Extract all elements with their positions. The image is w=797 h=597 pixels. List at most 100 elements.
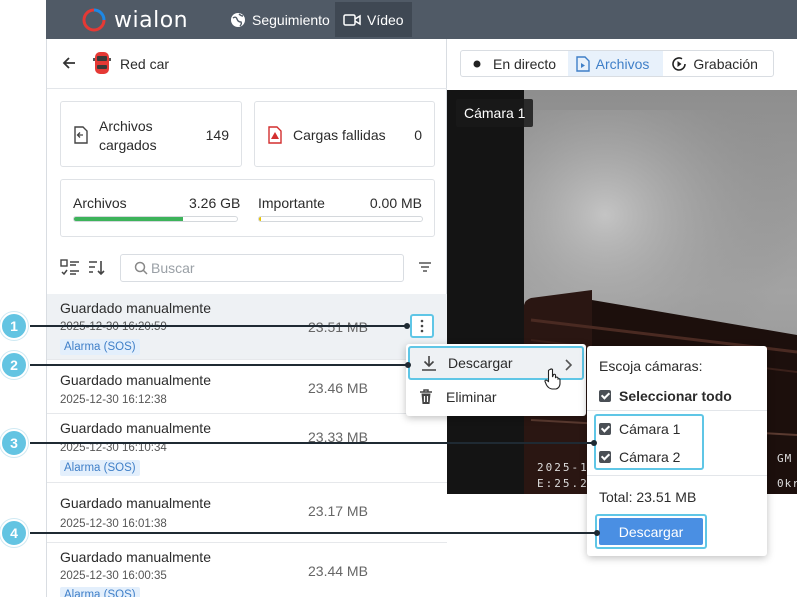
file-title: Guardado manualmente — [60, 300, 211, 316]
checkbox-checked-icon — [599, 390, 611, 402]
trash-icon — [420, 389, 432, 404]
download-button[interactable]: Descargar — [599, 518, 703, 545]
app-window: wialon Seguimiento Vídeo Red car Archivo… — [0, 0, 797, 597]
divider — [587, 410, 767, 411]
files-storage-bar — [73, 216, 238, 222]
select-all-checkbox[interactable]: Seleccionar todo — [599, 386, 732, 406]
file-date: 2025-12-30 16:01:38 — [60, 518, 167, 530]
file-row-4[interactable]: Guardado manualmente 2025-12-30 16:01:38… — [47, 483, 447, 543]
camera-1-label: Cámara 1 — [619, 421, 681, 437]
callout-1-dot — [404, 323, 410, 329]
chevron-right-icon — [565, 359, 572, 371]
callout-2-leader — [30, 364, 408, 366]
callout-2: 2 — [0, 351, 28, 379]
file-size: 23.17 MB — [308, 503, 368, 519]
files-storage-label: Archivos — [73, 195, 127, 211]
failed-uploads-value: 0 — [414, 127, 422, 143]
callout-1-leader — [30, 325, 407, 327]
camera-2-checkbox[interactable]: Cámara 2 — [599, 447, 680, 467]
file-title: Guardado manualmente — [60, 549, 211, 565]
important-storage-bar — [258, 216, 423, 222]
storage-card: Archivos 3.26 GB Importante 0.00 MB — [60, 179, 435, 237]
file-row-1[interactable]: Guardado manualmente 2025-12-30 16:20:59… — [47, 294, 447, 360]
select-mode-icon[interactable] — [60, 259, 80, 277]
more-vertical-icon — [420, 319, 424, 333]
tab-live[interactable]: En directo — [461, 51, 568, 76]
total-size: Total: 23.51 MB — [599, 489, 697, 505]
alarm-badge: Alarma (SOS) — [60, 587, 140, 597]
callout-1: 1 — [0, 312, 28, 340]
nav-video[interactable]: Vídeo — [335, 2, 412, 37]
nav-tracking-label: Seguimiento — [252, 11, 330, 28]
mode-tabs: En directo Archivos Grabación — [460, 50, 774, 77]
tab-live-label: En directo — [493, 55, 557, 72]
alarm-badge: Alarma (SOS) — [60, 339, 140, 355]
filter-icon[interactable] — [418, 261, 432, 273]
hand-cursor-icon — [544, 368, 561, 390]
car-icon — [93, 52, 111, 74]
callout-2-dot — [405, 362, 411, 368]
uploaded-files-label: Archivos cargados — [99, 118, 157, 153]
callout-3-leader — [30, 442, 594, 444]
video-camera-icon — [343, 13, 361, 26]
important-storage-value: 0.00 MB — [369, 195, 422, 211]
live-dot-icon — [473, 60, 481, 67]
uploaded-files-value: 149 — [205, 127, 229, 143]
file-row-3[interactable]: Guardado manualmente 2025-12-30 16:10:34… — [47, 414, 447, 483]
file-row-2[interactable]: Guardado manualmente 2025-12-30 16:12:38… — [47, 360, 447, 414]
file-title: Guardado manualmente — [60, 495, 211, 511]
top-navigation-bar: wialon Seguimiento Vídeo — [46, 0, 797, 39]
file-date: 2025-12-30 16:00:35 — [60, 570, 167, 582]
tab-recording[interactable]: Grabación — [663, 51, 773, 76]
tab-recording-label: Grabación — [693, 55, 758, 72]
failed-upload-icon — [268, 126, 282, 144]
unit-name: Red car — [120, 56, 170, 72]
video-overlay-right-1: GM — [777, 452, 793, 465]
camera-1-checkbox[interactable]: Cámara 1 — [599, 419, 680, 439]
callout-3: 3 — [0, 429, 28, 457]
popup-title: Escoja cámaras: — [599, 358, 703, 374]
unit-header: Red car — [47, 39, 447, 89]
search-input[interactable] — [151, 259, 391, 277]
brand-name: wialon — [114, 7, 189, 33]
nav-video-label: Vídeo — [367, 11, 404, 28]
file-title: Guardado manualmente — [60, 420, 211, 436]
checkbox-checked-icon — [599, 423, 611, 435]
file-title: Guardado manualmente — [60, 372, 211, 388]
file-date: 2025-12-30 16:12:38 — [60, 394, 167, 406]
search-box[interactable] — [120, 254, 404, 282]
sort-icon[interactable] — [88, 259, 106, 277]
callout-4: 4 — [0, 519, 28, 547]
search-icon — [134, 261, 148, 275]
video-overlay-right-2: 0kr — [777, 477, 797, 490]
failed-uploads-card: Cargas fallidas 0 — [254, 101, 435, 167]
file-size: 23.51 MB — [308, 319, 368, 335]
tab-files-label: Archivos — [595, 55, 650, 72]
wialon-logo-icon — [82, 8, 106, 32]
camera-label: Cámara 1 — [456, 99, 534, 127]
file-icon — [575, 55, 590, 72]
tab-files[interactable]: Archivos — [567, 51, 664, 76]
camera-selection-popup: Escoja cámaras: Seleccionar todo Cámara … — [587, 346, 767, 556]
menu-download-label: Descargar — [448, 355, 513, 371]
nav-tracking[interactable]: Seguimiento — [222, 2, 338, 37]
download-icon — [422, 356, 436, 371]
camera-2-label: Cámara 2 — [619, 449, 681, 465]
callout-3-dot — [591, 440, 597, 446]
record-icon — [672, 56, 687, 71]
menu-delete-label: Eliminar — [446, 389, 497, 405]
file-actions-button[interactable] — [410, 314, 434, 338]
checkbox-checked-icon — [599, 451, 611, 463]
file-row-5[interactable]: Guardado manualmente 2025-12-30 16:00:35… — [47, 543, 447, 597]
uploaded-files-card: Archivos cargados 149 — [60, 101, 242, 167]
callout-4-leader — [30, 532, 597, 534]
select-all-label: Seleccionar todo — [619, 388, 732, 404]
important-storage-bar-fill — [259, 217, 261, 221]
files-storage-bar-fill — [74, 217, 184, 221]
file-size: 23.46 MB — [308, 380, 368, 396]
back-arrow-icon[interactable] — [61, 55, 77, 71]
uploaded-file-icon — [74, 126, 88, 144]
callout-4-dot — [594, 530, 600, 536]
wialon-logo[interactable]: wialon — [82, 7, 188, 33]
alarm-badge: Alarma (SOS) — [60, 460, 140, 476]
